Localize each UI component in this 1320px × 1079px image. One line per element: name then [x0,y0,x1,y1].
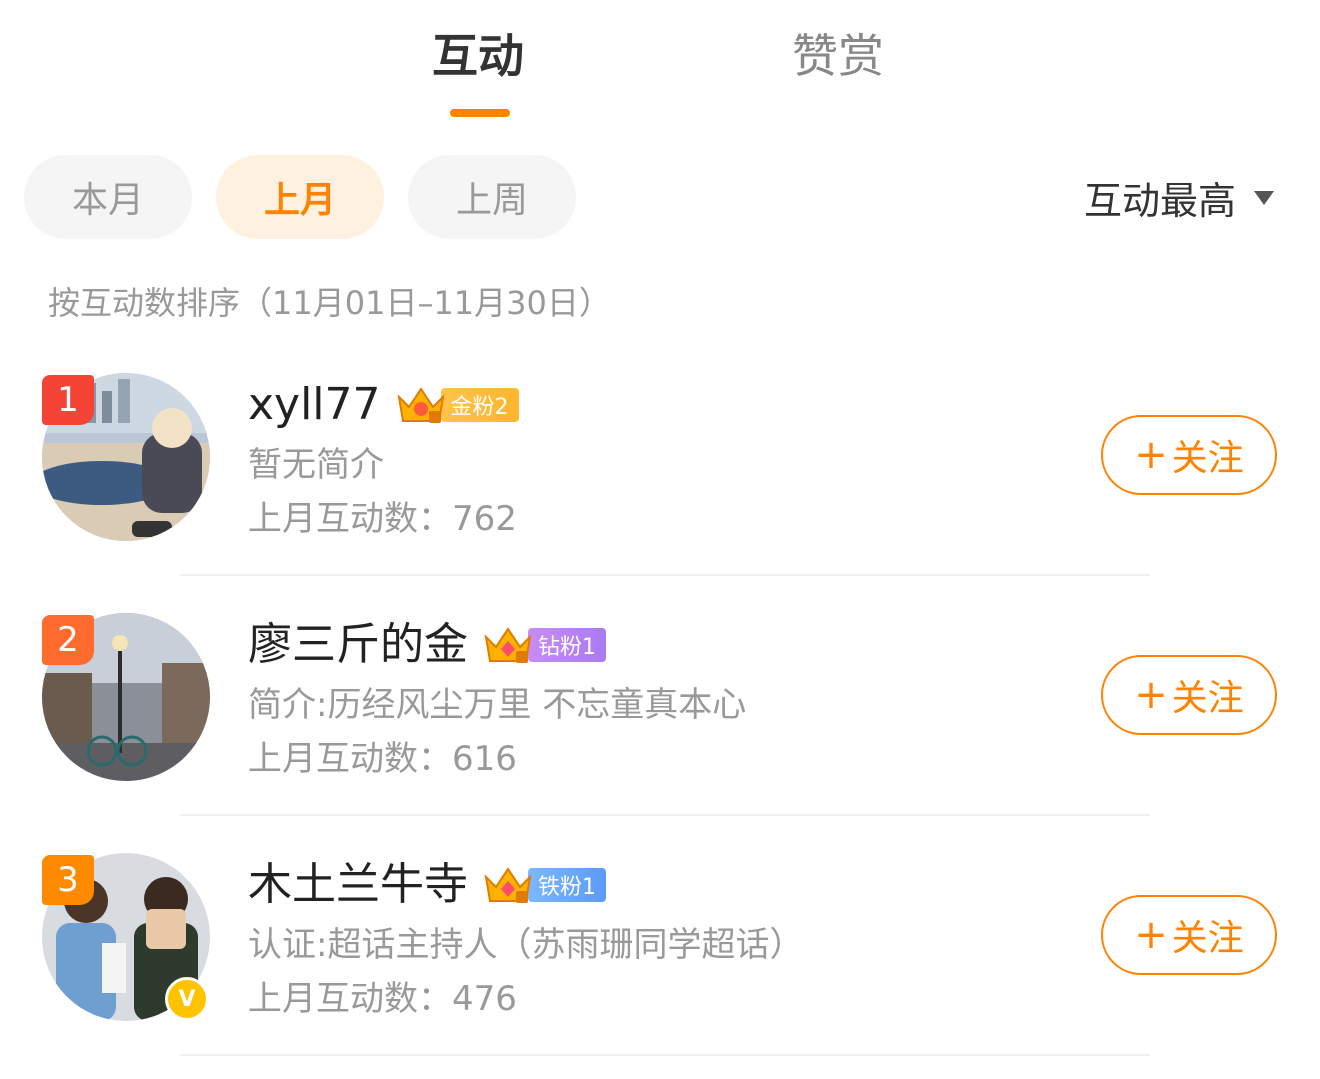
sort-description: 按互动数排序（11月01日–11月30日） [48,284,611,322]
sort-dropdown[interactable]: 互动最高 [1084,170,1274,225]
filter-last-week[interactable]: 上周 [408,155,576,239]
crown-icon [484,627,532,663]
divider [180,814,1150,816]
plus-icon: + [1134,672,1168,718]
rank-badge: 1 [42,375,94,425]
caret-down-icon [1254,190,1274,205]
filter-this-month[interactable]: 本月 [24,155,192,239]
verified-icon: V [165,977,209,1021]
user-name[interactable]: 廖三斤的金 [248,617,468,673]
list-item[interactable]: 2 廖三斤的金 钻粉1 简介:历经风尘万里 不忘童真本心 上月互动数：616 +… [0,595,1320,835]
user-bio: 认证:超话主持人（苏雨珊同学超话） [248,925,804,965]
interaction-count: 上月互动数：476 [248,979,517,1019]
interaction-count: 上月互动数：616 [248,739,517,779]
user-bio: 简介:历经风尘万里 不忘童真本心 [248,685,747,725]
divider [180,574,1150,576]
tab-interaction[interactable]: 互动 [432,28,524,84]
rank-badge: 2 [42,615,94,665]
sort-label: 互动最高 [1083,179,1236,223]
follow-button[interactable]: + 关注 [1101,655,1277,735]
user-name[interactable]: xyll77 [248,377,381,433]
tab-appreciation[interactable]: 赞赏 [792,28,884,84]
divider [180,1054,1150,1056]
rank-badge: 3 [42,855,94,905]
list-item[interactable]: 1 xyll77 金粉2 暂无简介 上月互动数：762 + 关注 [0,355,1320,595]
interaction-count: 上月互动数：762 [248,499,517,539]
fan-level-badge: 金粉2 [395,387,519,423]
filter-last-month[interactable]: 上月 [216,155,384,239]
active-tab-indicator [450,109,510,117]
user-name[interactable]: 木土兰牛寺 [248,857,468,913]
follow-button[interactable]: + 关注 [1101,895,1277,975]
plus-icon: + [1134,432,1168,478]
crown-icon [397,387,445,423]
fan-level-badge: 铁粉1 [482,867,606,903]
list-item[interactable]: 3 V 木土兰牛寺 铁粉1 认证:超话主持人（苏雨珊同学超话） 上月互动数：47… [0,835,1320,1075]
crown-icon [484,867,532,903]
plus-icon: + [1134,912,1168,958]
fan-level-badge: 钻粉1 [482,627,606,663]
follow-button[interactable]: + 关注 [1101,415,1277,495]
user-bio: 暂无简介 [248,445,384,485]
